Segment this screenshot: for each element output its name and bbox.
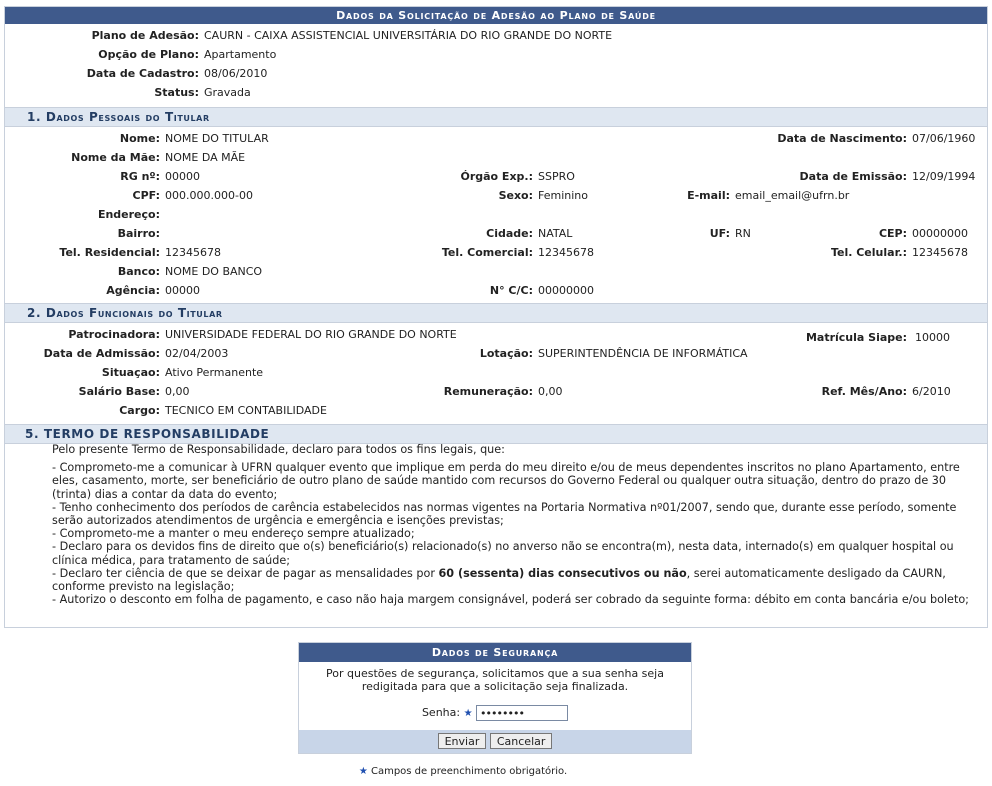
termo-item: - Autorizo o desconto em folha de pagame… (52, 593, 969, 607)
ref-mes-ano-value: 6/2010 (912, 385, 951, 398)
salario-label: Salário Base: (78, 385, 160, 398)
termo-header: 5. Termo de Responsabilidade (5, 424, 987, 444)
dados-funcionais-header: 2. Dados Funcionais do Titular (5, 303, 987, 323)
cargo-label: Cargo: (119, 404, 160, 417)
status-label: Status: (154, 86, 199, 99)
nascimento-value: 07/06/1960 (912, 132, 976, 145)
termo-item: - Comprometo-me a manter o meu endereço … (52, 527, 415, 541)
tel-comercial-label: Tel. Comercial: (441, 246, 533, 259)
mandatory-note: ★ Campos de preenchimento obrigatório. (0, 766, 926, 777)
endereco-label: Endereço: (97, 208, 160, 221)
admissao-label: Data de Admissão: (43, 347, 160, 360)
situacao-value: Ativo Permanente (165, 366, 264, 379)
bairro-label: Bairro: (117, 227, 160, 240)
senha-input[interactable]: •••••••• (476, 705, 569, 721)
cidade-label: Cidade: (486, 227, 533, 240)
banco-value: NOME DO BANCO (165, 265, 263, 278)
panel-title: Dados da Solicitação de Adesão ao Plano … (5, 7, 987, 24)
ref-mes-ano-label: Ref. Mês/Ano: (821, 385, 907, 398)
uf-label: UF: (709, 227, 730, 240)
termo-item: - Comprometo-me a comunicar à UFRN qualq… (52, 461, 960, 501)
termo-item-part: - Declaro ter ciência de que se deixar d… (52, 566, 439, 580)
agencia-value: 00000 (165, 284, 200, 297)
conta-corrente-label: N° C/C: (489, 284, 533, 297)
remuneracao-label: Remuneração: (443, 385, 533, 398)
plano-label: Plano de Adesão: (91, 29, 199, 42)
seguranca-message-line: redigitada para que a solicitação seja f… (361, 680, 629, 693)
tel-celular-label: Tel. Celular.: (830, 246, 907, 259)
mae-value: NOME DA MÃE (165, 151, 246, 164)
dados-pessoais-header: 1. Dados Pessoais do Titular (5, 107, 987, 127)
cancelar-button[interactable]: Cancelar (489, 733, 553, 749)
mandatory-note-text: Campos de preenchimento obrigatório. (370, 766, 568, 777)
senha-label: Senha: (421, 706, 461, 719)
rg-value: 00000 (165, 170, 200, 183)
nome-label: Nome: (119, 132, 160, 145)
remuneracao-value: 0,00 (538, 385, 563, 398)
sexo-value: Feminino (538, 189, 588, 202)
emissao-label: Data de Emissão: (799, 170, 907, 183)
conta-corrente-value: 00000000 (538, 284, 594, 297)
required-star-icon: ★ (463, 708, 473, 719)
patrocinadora-value: UNIVERSIDADE FEDERAL DO RIO GRANDE DO NO… (165, 328, 457, 341)
senha-row: Senha: ★ •••••••• (299, 705, 691, 721)
termo-item: - Tenho conhecimento dos períodos de car… (52, 500, 957, 528)
orgao-value: SSPRO (538, 170, 575, 183)
situacao-label: Situaçao: (101, 366, 160, 379)
cpf-label: CPF: (132, 189, 160, 202)
opcao-label: Opção de Plano: (98, 48, 199, 61)
sexo-label: Sexo: (498, 189, 533, 202)
uf-value: RN (735, 227, 751, 240)
cpf-value: 000.000.000-00 (165, 189, 253, 202)
patrocinadora-label: Patrocinadora: (68, 328, 160, 341)
termo-item: - Declaro ter ciência de que se deixar d… (52, 567, 982, 593)
mae-label: Nome da Mãe: (71, 151, 160, 164)
orgao-label: Órgão Exp.: (460, 170, 533, 183)
termo-text: Pelo presente Termo de Responsabilidade,… (52, 443, 982, 606)
lotacao-label: Lotação: (479, 347, 533, 360)
cep-value: 00000000 (912, 227, 968, 240)
salario-value: 0,00 (165, 385, 190, 398)
seguranca-footer: Enviar Cancelar (299, 730, 691, 753)
status-value: Gravada (204, 86, 251, 99)
seguranca-title: Dados de Segurança (299, 643, 691, 662)
termo-item-bold: 60 (sessenta) dias consecutivos ou não (438, 566, 687, 580)
matricula-label: Matrícula Siape: (805, 331, 907, 344)
tel-comercial-value: 12345678 (538, 246, 594, 259)
admissao-value: 02/04/2003 (165, 347, 229, 360)
enviar-button[interactable]: Enviar (437, 733, 487, 749)
termo-item: - Declaro para os devidos fins de direit… (52, 540, 954, 567)
email-value: email_email@ufrn.br (735, 189, 850, 202)
cadastro-label: Data de Cadastro: (86, 67, 199, 80)
cargo-value: TECNICO EM CONTABILIDADE (165, 404, 327, 417)
matricula-value: 10000 (915, 331, 950, 344)
seguranca-message-line: Por questões de segurança, solicitamos q… (326, 667, 664, 680)
seguranca-message: Por questões de segurança, solicitamos q… (299, 667, 691, 693)
termo-intro: Pelo presente Termo de Responsabilidade,… (52, 443, 505, 456)
tel-residencial-label: Tel. Residencial: (59, 246, 160, 259)
tel-celular-value: 12345678 (912, 246, 968, 259)
emissao-value: 12/09/1994 (912, 170, 976, 183)
rg-label: RG nº: (120, 170, 160, 183)
nome-value: NOME DO TITULAR (165, 132, 269, 145)
plano-value: CAURN - CAIXA ASSISTENCIAL UNIVERSITÁRIA… (204, 29, 613, 42)
seguranca-panel: Dados de Segurança Por questões de segur… (298, 642, 692, 754)
agencia-label: Agência: (106, 284, 160, 297)
email-label: E-mail: (687, 189, 730, 202)
nascimento-label: Data de Nascimento: (777, 132, 907, 145)
required-star-icon: ★ (358, 766, 368, 777)
opcao-value: Apartamento (204, 48, 277, 61)
lotacao-value: SUPERINTENDÊNCIA DE INFORMÁTICA (538, 347, 748, 360)
cadastro-value: 08/06/2010 (204, 67, 268, 80)
cep-label: CEP: (878, 227, 907, 240)
cidade-value: NATAL (538, 227, 573, 240)
banco-label: Banco: (117, 265, 160, 278)
tel-residencial-value: 12345678 (165, 246, 221, 259)
